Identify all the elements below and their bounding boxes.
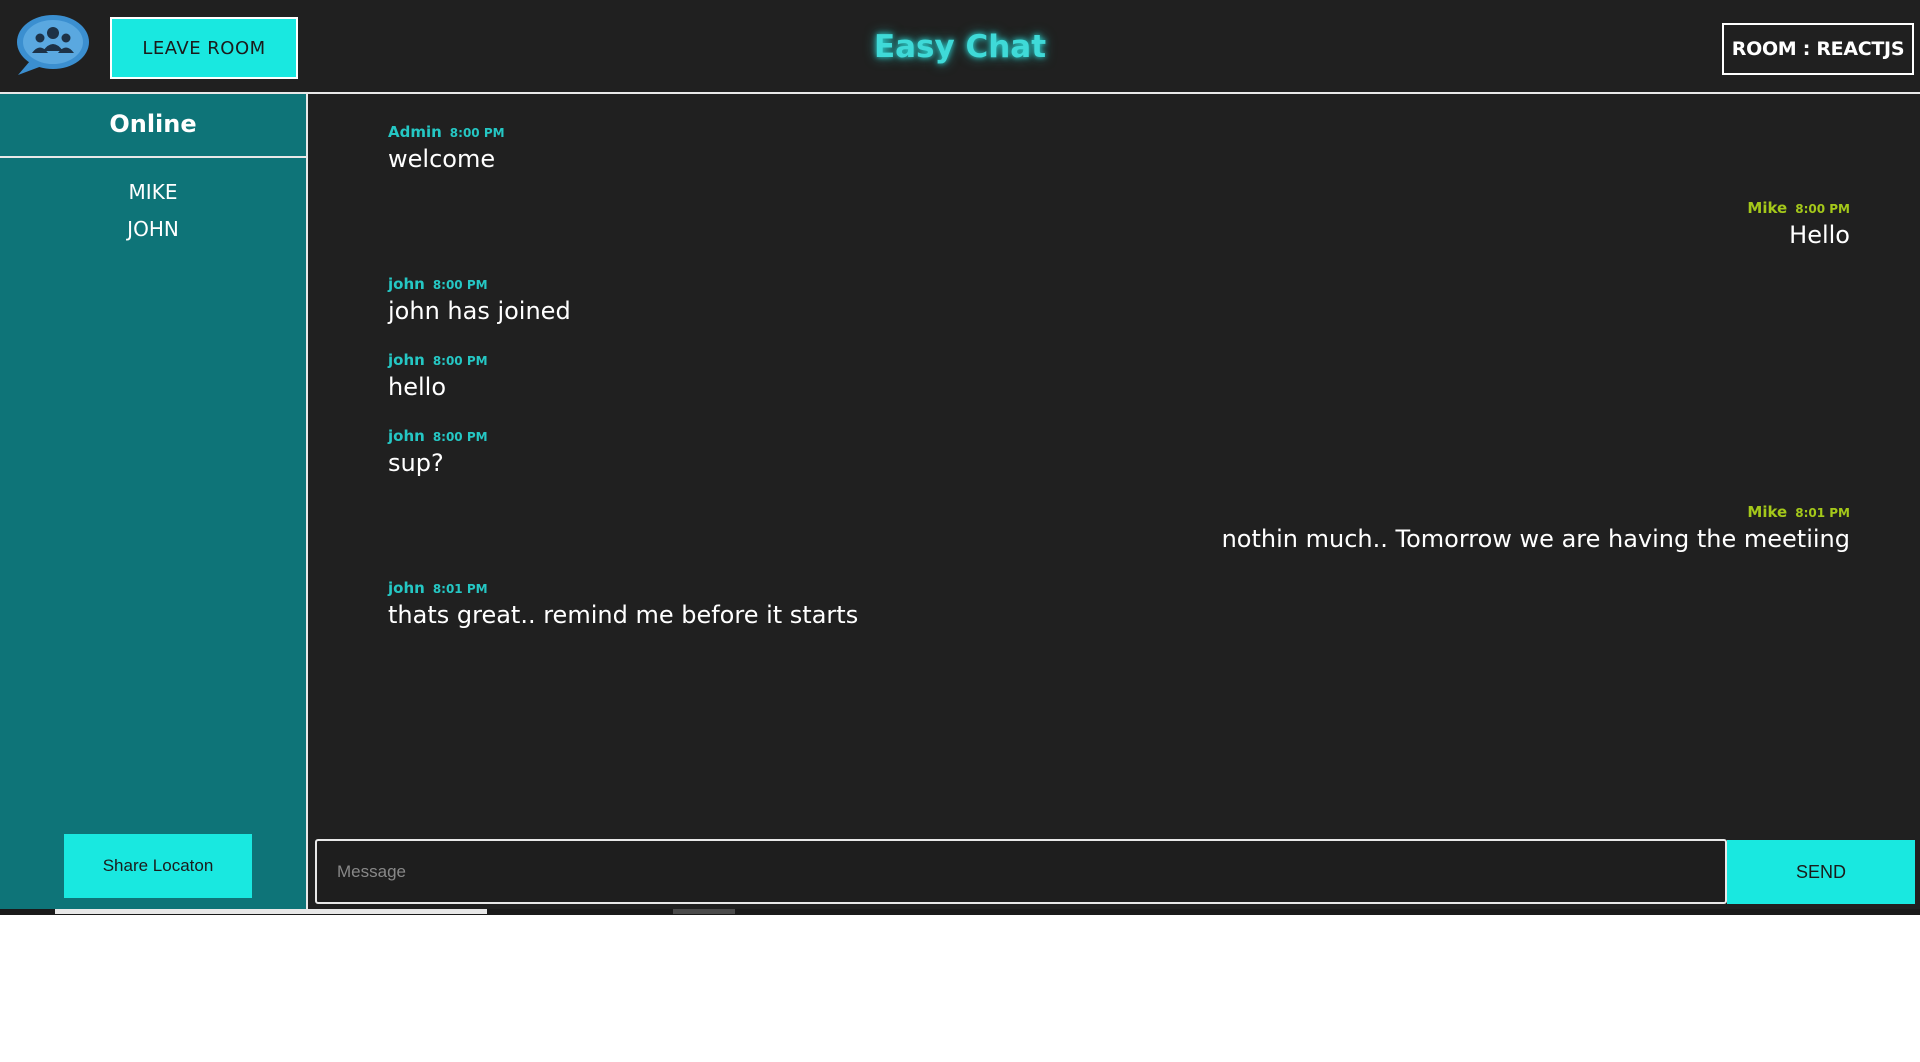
message-text: nothin much.. Tomorrow we are having the… [1221,525,1850,553]
message-text: Hello [1789,221,1850,249]
message-time: 8:00 PM [432,278,488,292]
message-time: 8:01 PM [432,582,488,596]
online-user-list: MIKE JOHN [0,174,306,248]
message-item: john 8:01 PM thats great.. remind me befo… [388,578,858,631]
message-input[interactable] [315,839,1727,904]
message-text: hello [388,373,446,401]
message-item: Admin 8:00 PM welcome [388,122,505,175]
message-text: thats great.. remind me before it starts [388,601,859,629]
send-button[interactable]: SEND [1727,840,1915,904]
message-list: Admin 8:00 PM welcome Mike 8:00 PM Hello j… [310,94,1920,834]
chat-app: LEAVE ROOM Easy Chat ROOM : REACTJS Onli… [0,0,1920,915]
message-time: 8:00 PM [432,354,488,368]
message-item: john 8:00 PM hello [388,350,488,403]
message-time: 8:00 PM [432,430,488,444]
message-author: Mike [1747,503,1788,521]
message-text: john has joined [388,297,571,325]
message-item: Mike 8:01 PM nothin much.. Tomorrow we ar… [1222,502,1850,555]
message-author: john [388,427,425,445]
message-author: Mike [1747,199,1788,217]
message-author: john [388,275,425,293]
message-time: 8:01 PM [1795,506,1850,520]
message-item: john 8:00 PM sup? [388,426,488,479]
online-title: Online [0,94,306,158]
message-author: john [388,351,425,369]
scrollbar-thumb[interactable] [673,909,735,914]
share-location-button[interactable]: Share Locaton [64,834,252,898]
online-sidebar: Online MIKE JOHN Share Locaton [0,94,308,909]
message-item: john 8:00 PM john has joined [388,274,571,327]
message-time: 8:00 PM [1795,202,1850,216]
online-user-item: JOHN [127,217,179,241]
scrollbar-thumb[interactable] [55,909,487,914]
chat-group-icon [17,15,89,75]
message-text: welcome [388,145,496,173]
message-text: sup? [388,449,444,477]
header-bar: LEAVE ROOM Easy Chat ROOM : REACTJS [0,3,1920,94]
message-author: Admin [388,123,442,141]
message-time: 8:00 PM [449,126,505,140]
online-user-item: MIKE [128,180,178,204]
message-item: Mike 8:00 PM Hello [1747,198,1850,251]
room-badge: ROOM : REACTJS [1722,23,1914,75]
message-author: john [388,579,425,597]
leave-room-button[interactable]: LEAVE ROOM [110,17,298,79]
